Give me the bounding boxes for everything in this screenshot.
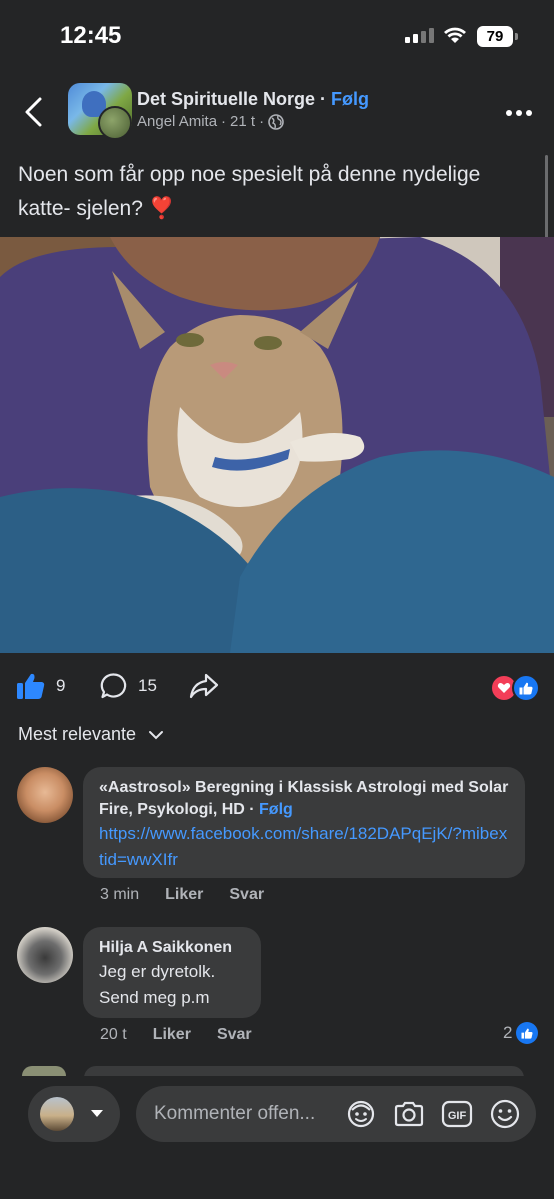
comment-sort[interactable]: Mest relevante — [18, 724, 164, 745]
comment-like-count: 2 — [503, 1023, 513, 1042]
post-photo[interactable] — [0, 237, 554, 653]
comment-link[interactable]: https://www.facebook.com/share/182DAPqEj… — [99, 821, 509, 873]
comment-text-line: Jeg er dyretolk. — [99, 962, 216, 981]
author-avatar[interactable] — [98, 106, 132, 140]
comment-avatar[interactable] — [17, 767, 73, 823]
post-header: Det Spirituelle Norge · Følg Angel Amita… — [0, 72, 554, 152]
clock: 12:45 — [60, 22, 122, 49]
comment-author[interactable]: «Aastrosol» Beregning i Klassisk Astrolo… — [99, 779, 508, 818]
like-count: 9 — [56, 676, 66, 695]
more-icon[interactable] — [506, 110, 532, 116]
comment-reply-button[interactable]: Svar — [217, 1026, 252, 1044]
comment-reply-button[interactable]: Svar — [229, 886, 264, 904]
sort-label: Mest relevante — [18, 724, 137, 744]
back-icon[interactable] — [22, 96, 44, 128]
group-name-line: Det Spirituelle Norge · Følg — [137, 89, 369, 110]
battery-indicator: 79 — [477, 26, 518, 47]
comment-composer-area: Kommenter offen... GIF — [0, 1066, 554, 1199]
like-reaction-icon — [516, 1022, 539, 1044]
cat-photo-illustration — [0, 237, 554, 653]
wifi-icon — [444, 27, 466, 43]
author-name[interactable]: Angel Amita — [137, 113, 217, 130]
avatar-sticker-icon[interactable] — [344, 1097, 378, 1131]
post-actions: 9 15 — [0, 664, 554, 708]
share-icon — [189, 673, 219, 699]
comment-meta: 20 t Liker Svar — [100, 1026, 252, 1044]
svg-text:GIF: GIF — [448, 1110, 467, 1122]
camera-icon[interactable] — [392, 1097, 426, 1131]
comment-time: 3 min — [100, 886, 140, 903]
comment-avatar[interactable] — [17, 927, 73, 983]
name-separator: · — [315, 89, 332, 109]
comment-author[interactable]: Hilja A Saikkonen — [99, 937, 245, 959]
gif-icon[interactable]: GIF — [440, 1097, 474, 1131]
share-action[interactable] — [188, 672, 220, 700]
composer-bar: Kommenter offen... GIF — [0, 1076, 554, 1199]
comment-count: 15 — [138, 676, 157, 695]
follow-button[interactable]: Følg — [331, 89, 369, 109]
comment-like-button[interactable]: Liker — [153, 1026, 191, 1044]
status-bar: 12:45 79 — [0, 0, 554, 72]
reaction-summary[interactable] — [490, 674, 540, 702]
composer-tools: GIF — [344, 1097, 522, 1131]
group-name[interactable]: Det Spirituelle Norge — [137, 89, 315, 109]
profile-switcher[interactable] — [28, 1086, 120, 1142]
user-avatar — [40, 1097, 74, 1131]
post-meta: Angel Amita · 21 t · — [137, 113, 284, 130]
globe-icon — [268, 113, 284, 130]
next-comment-avatar — [22, 1066, 66, 1076]
comment-icon — [100, 673, 127, 699]
comment-meta: 3 min Liker Svar — [100, 886, 264, 904]
post-caption: Noen som får opp noe spesielt på denne n… — [18, 163, 481, 220]
comment-action[interactable]: 15 — [100, 672, 157, 700]
post-time[interactable]: 21 t — [230, 113, 255, 130]
like-icon — [17, 673, 45, 699]
caret-down-icon — [91, 1110, 103, 1117]
comment-author-line: «Aastrosol» Beregning i Klassisk Astrolo… — [99, 779, 509, 818]
like-reaction-icon — [512, 674, 540, 702]
comment-bubble: Hilja A Saikkonen Jeg er dyretolk. Send … — [83, 927, 261, 1018]
like-action[interactable]: 9 — [16, 672, 65, 700]
comment-text-line: Send meg p.m — [99, 988, 210, 1007]
chevron-down-icon — [149, 730, 164, 739]
emoji-icon[interactable] — [488, 1097, 522, 1131]
signal-icon — [405, 28, 434, 43]
comment-follow-button[interactable]: Følg — [259, 801, 293, 818]
comment-reaction-count[interactable]: 2 — [503, 1022, 539, 1044]
comment-time: 20 t — [100, 1026, 127, 1043]
comment-input[interactable]: Kommenter offen... GIF — [136, 1086, 536, 1142]
comment-bubble: «Aastrosol» Beregning i Klassisk Astrolo… — [83, 767, 525, 878]
comment-input-placeholder: Kommenter offen... — [154, 1103, 316, 1124]
comment-like-button[interactable]: Liker — [165, 886, 203, 904]
